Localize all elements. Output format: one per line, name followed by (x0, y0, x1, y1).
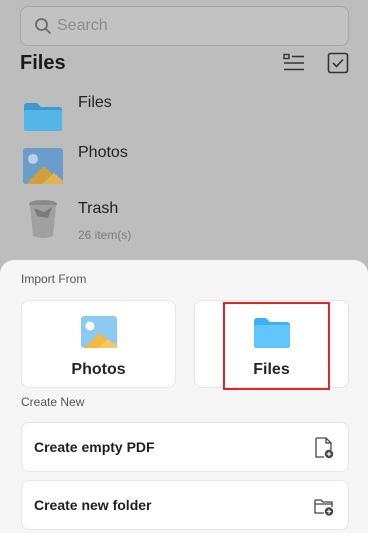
new-folder-icon (314, 499, 334, 516)
create-new-folder-button[interactable]: Create new folder (21, 480, 349, 530)
trash-icon (29, 200, 57, 238)
list-item-trash[interactable]: Trash 26 item(s) (22, 198, 342, 246)
folder-icon (24, 103, 62, 131)
page-title: Files (20, 52, 66, 74)
list-item-files[interactable]: Files (22, 94, 342, 144)
create-empty-pdf-label: Create empty PDF (34, 439, 155, 455)
search-icon (35, 18, 51, 34)
search-bar[interactable]: Search (20, 6, 349, 46)
create-new-heading: Create New (21, 395, 85, 409)
import-from-heading: Import From (21, 272, 87, 286)
create-new-folder-label: Create new folder (34, 497, 152, 513)
search-placeholder: Search (57, 17, 108, 34)
list-item-label: Files (78, 94, 112, 111)
list-item-photos[interactable]: Photos (22, 144, 342, 194)
list-view-icon[interactable] (283, 53, 305, 73)
select-mode-icon[interactable] (327, 52, 349, 74)
list-item-label: Photos (78, 144, 128, 161)
list-item-label: Trash (78, 200, 119, 217)
highlight-box (223, 302, 330, 390)
item-count: 26 item(s) (78, 228, 132, 242)
import-photos-label: Photos (71, 361, 126, 378)
create-empty-pdf-button[interactable]: Create empty PDF (21, 422, 349, 472)
photo-icon (23, 148, 63, 184)
new-pdf-icon (315, 437, 334, 459)
import-bottom-sheet: Import From Photos Files Create New Crea… (0, 260, 368, 533)
photo-icon (81, 316, 117, 348)
import-photos-button[interactable]: Photos (21, 300, 176, 388)
